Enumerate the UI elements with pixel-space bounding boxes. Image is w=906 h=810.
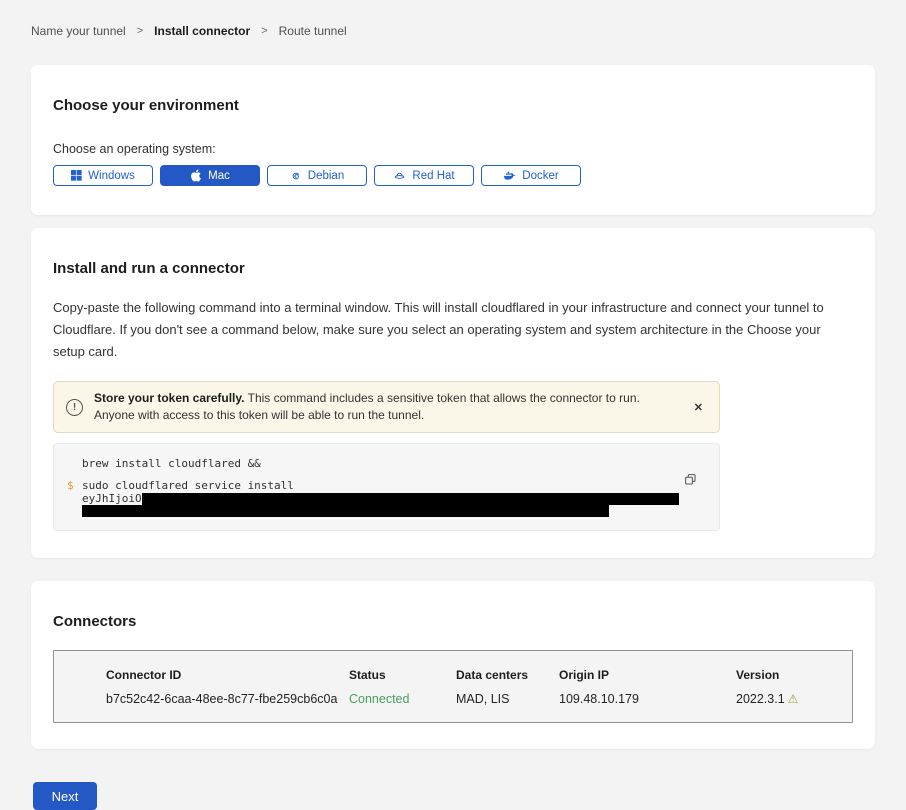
breadcrumb-step-install-connector[interactable]: Install connector bbox=[154, 24, 250, 38]
token-prefix: eyJhIjoiO bbox=[82, 492, 142, 505]
connectors-table: Connector ID Status Data centers Origin … bbox=[53, 650, 853, 723]
copy-icon[interactable] bbox=[683, 472, 698, 487]
breadcrumb-separator: > bbox=[261, 25, 267, 37]
table-row: b7c52c42-6caa-48ee-8c77-fbe259cb6c0a Con… bbox=[106, 692, 852, 706]
header-version: Version bbox=[736, 668, 852, 682]
warning-text: Store your token carefully. This command… bbox=[94, 390, 673, 424]
os-button-mac[interactable]: Mac bbox=[160, 165, 260, 186]
redhat-icon bbox=[393, 169, 406, 182]
os-button-label: Mac bbox=[208, 170, 230, 182]
breadcrumb-step-route-tunnel[interactable]: Route tunnel bbox=[279, 24, 347, 38]
cell-origin-ip: 109.48.10.179 bbox=[559, 692, 736, 706]
close-icon[interactable]: ✕ bbox=[690, 399, 707, 416]
os-button-label: Red Hat bbox=[412, 170, 454, 182]
debian-icon bbox=[290, 170, 302, 182]
next-button[interactable]: Next bbox=[33, 782, 97, 810]
cell-status: Connected bbox=[349, 692, 456, 706]
warning-title: Store your token carefully. bbox=[94, 391, 245, 405]
docker-icon bbox=[503, 169, 516, 182]
alert-circle-icon: ! bbox=[66, 399, 83, 416]
redacted-token-bar bbox=[142, 493, 679, 505]
apple-icon bbox=[190, 169, 202, 182]
environment-card-title: Choose your environment bbox=[53, 97, 853, 114]
os-button-label: Windows bbox=[88, 170, 135, 182]
os-button-redhat[interactable]: Red Hat bbox=[374, 165, 474, 186]
cell-connector-id: b7c52c42-6caa-48ee-8c77-fbe259cb6c0a bbox=[106, 692, 349, 706]
install-description: Copy-paste the following command into a … bbox=[53, 297, 848, 363]
header-connector-id: Connector ID bbox=[106, 668, 349, 682]
token-line: eyJhIjoiO bbox=[82, 493, 719, 505]
connectors-card: Connectors Connector ID Status Data cent… bbox=[31, 581, 875, 749]
header-origin-ip: Origin IP bbox=[559, 668, 736, 682]
os-select-label: Choose an operating system: bbox=[53, 142, 853, 156]
os-button-windows[interactable]: Windows bbox=[53, 165, 153, 186]
redacted-token-bar-2 bbox=[82, 505, 609, 517]
os-button-label: Docker bbox=[522, 170, 558, 182]
install-card-title: Install and run a connector bbox=[53, 260, 853, 277]
header-status: Status bbox=[349, 668, 456, 682]
windows-icon bbox=[71, 170, 82, 181]
breadcrumb-step-name-your-tunnel[interactable]: Name your tunnel bbox=[31, 24, 126, 38]
cell-data-centers: MAD, LIS bbox=[456, 692, 559, 706]
cell-version: 2022.3.1⚠ bbox=[736, 692, 852, 706]
code-line-command: sudo cloudflared service install bbox=[82, 479, 719, 492]
shell-prompt: $ bbox=[54, 479, 82, 518]
page: Name your tunnel > Install connector > R… bbox=[0, 0, 906, 810]
connectors-card-title: Connectors bbox=[53, 613, 853, 630]
breadcrumb-separator: > bbox=[137, 25, 143, 37]
header-data-centers: Data centers bbox=[456, 668, 559, 682]
code-line-brew: brew install cloudflared && bbox=[54, 457, 719, 470]
os-button-docker[interactable]: Docker bbox=[481, 165, 581, 186]
version-value: 2022.3.1 bbox=[736, 692, 785, 706]
version-warning-icon: ⚠ bbox=[788, 692, 799, 706]
breadcrumb: Name your tunnel > Install connector > R… bbox=[31, 0, 875, 38]
os-button-group: Windows Mac Debian Red Hat bbox=[53, 165, 853, 186]
command-code-block: brew install cloudflared && $ sudo cloud… bbox=[53, 443, 720, 531]
os-button-debian[interactable]: Debian bbox=[267, 165, 367, 186]
table-header-row: Connector ID Status Data centers Origin … bbox=[106, 668, 852, 682]
os-button-label: Debian bbox=[308, 170, 344, 182]
token-warning-banner: ! Store your token carefully. This comma… bbox=[53, 381, 720, 433]
environment-card: Choose your environment Choose an operat… bbox=[31, 65, 875, 215]
install-card: Install and run a connector Copy-paste t… bbox=[31, 228, 875, 558]
